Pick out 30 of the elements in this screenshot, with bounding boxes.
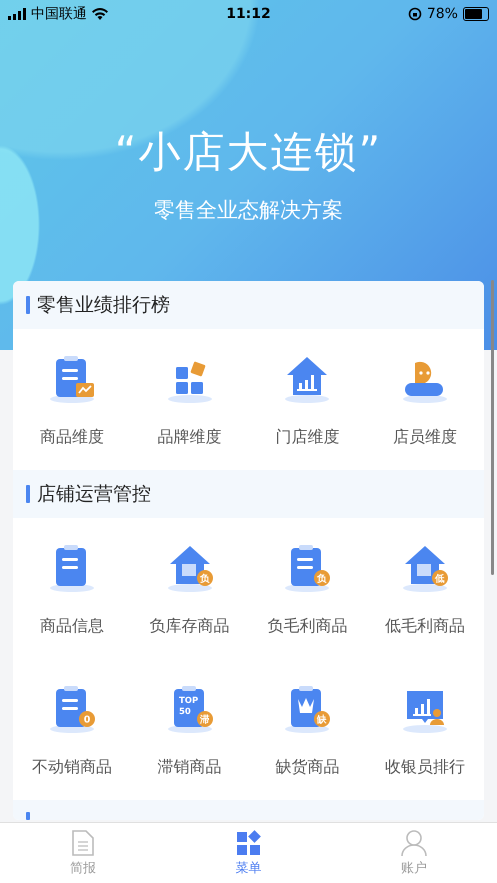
signal-icon bbox=[8, 8, 26, 20]
wifi-icon bbox=[92, 8, 108, 20]
menu-item[interactable]: 商品信息 bbox=[13, 518, 131, 659]
tab[interactable]: 菜单 bbox=[166, 823, 332, 883]
section-marker bbox=[26, 812, 30, 820]
menu-item[interactable]: 负 负库存商品 bbox=[130, 518, 248, 659]
document-icon bbox=[70, 829, 96, 857]
menu-item[interactable]: TOP 50 滞 滞销商品 bbox=[130, 659, 248, 800]
menu-item[interactable]: 门店维度 bbox=[248, 329, 366, 470]
hero-subtitle: 零售全业态解决方案 bbox=[154, 197, 343, 224]
person-icon bbox=[401, 829, 428, 857]
menu-item[interactable]: 负 负毛利商品 bbox=[248, 518, 366, 659]
section-marker bbox=[26, 485, 30, 503]
menu-item[interactable]: 缺 缺货商品 bbox=[248, 659, 366, 800]
hero-title: “小店大连锁” bbox=[114, 126, 382, 178]
menu-item[interactable]: 品牌维度 bbox=[130, 329, 248, 470]
section-marker bbox=[26, 296, 30, 314]
menu-item[interactable]: 0 不动销商品 bbox=[13, 659, 131, 800]
menu-item[interactable]: 收银员排行 bbox=[366, 659, 484, 800]
battery-icon bbox=[462, 7, 489, 21]
carrier-name: 中国联通 bbox=[31, 5, 87, 23]
menu-item[interactable]: 店员维度 bbox=[366, 329, 484, 470]
menu-item[interactable]: 低 低毛利商品 bbox=[366, 518, 484, 659]
grid-icon bbox=[236, 829, 262, 857]
menu-item[interactable]: 商品维度 bbox=[13, 329, 131, 470]
rotation-lock-icon bbox=[408, 7, 422, 21]
status-time: 11:12 bbox=[226, 6, 271, 22]
section-title: 零售业绩排行榜 bbox=[37, 293, 170, 318]
section-title: 店铺运营管控 bbox=[37, 482, 151, 507]
battery-percent: 78% bbox=[426, 6, 458, 22]
